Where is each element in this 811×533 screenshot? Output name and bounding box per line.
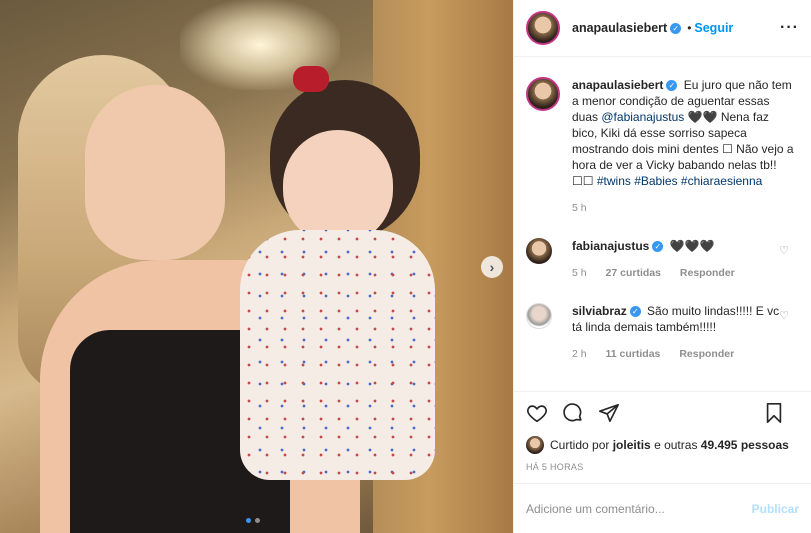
verified-icon: ✓ (670, 22, 682, 34)
action-icons (526, 402, 799, 426)
like-heart-icon[interactable] (526, 402, 548, 427)
reply-button[interactable]: Responder (679, 348, 734, 360)
comment-text: 🖤🖤🖤 (669, 239, 715, 253)
carousel-dot-active (246, 518, 251, 523)
comment-bubble-icon[interactable] (562, 402, 584, 427)
reply-button[interactable]: Responder (680, 267, 735, 279)
liked-by: Curtido por joleitis e outras 49.495 pes… (526, 436, 799, 454)
red-bow (293, 66, 329, 92)
woman-face (85, 85, 225, 260)
caption-username[interactable]: anapaulasiebert (572, 78, 663, 92)
caption-hashtags[interactable]: #twins #Babies #chiaraesienna (597, 174, 762, 188)
add-comment-bar: Publicar (514, 483, 811, 533)
instagram-post: › anapaulasiebert ✓ • Seguir ··· anapaul… (0, 0, 811, 533)
verified-icon: ✓ (629, 306, 641, 318)
comment-input[interactable] (526, 501, 752, 516)
commenter-avatar[interactable] (526, 238, 552, 264)
comment-username[interactable]: silviabraz (572, 304, 627, 318)
comment-meta: 5 h 27 curtidas Responder (572, 265, 782, 281)
post-panel: anapaulasiebert ✓ • Seguir ··· anapaulas… (513, 0, 811, 533)
comment-meta: 2 h 11 curtidas Responder (572, 346, 782, 362)
baby-face (283, 130, 393, 245)
caption-avatar[interactable] (526, 77, 560, 111)
comment-likes[interactable]: 11 curtidas (606, 348, 661, 360)
next-photo-button[interactable]: › (481, 256, 503, 278)
comments-list: anapaulasiebert ✓ Eu juro que não tem a m… (514, 57, 811, 391)
verified-icon: ✓ (652, 241, 664, 253)
header-separator: • (687, 21, 692, 35)
caption-age[interactable]: 5 h (572, 202, 587, 214)
carousel-dots (246, 518, 260, 523)
action-bar: Curtido por joleitis e outras 49.495 pes… (514, 391, 811, 483)
post-caption: anapaulasiebert ✓ Eu juro que não tem a m… (526, 77, 799, 216)
liked-by-text: Curtido por joleitis e outras 49.495 pes… (550, 438, 789, 452)
publish-button[interactable]: Publicar (752, 502, 799, 516)
comment-body: silviabraz ✓ São muito lindas!!!!! E vc t… (572, 303, 782, 362)
liker-avatar[interactable] (526, 436, 544, 454)
bookmark-icon[interactable] (763, 402, 785, 427)
comment-age[interactable]: 5 h (572, 267, 587, 279)
caption-mention[interactable]: @fabianajustus (601, 110, 684, 124)
more-options-icon[interactable]: ··· (780, 19, 799, 37)
liked-by-prefix: Curtido por (550, 438, 610, 452)
author-avatar[interactable] (526, 11, 560, 45)
liked-by-count[interactable]: 49.495 pessoas (701, 438, 789, 452)
comment-item: silviabraz ✓ São muito lindas!!!!! E vc t… (526, 303, 799, 362)
comment-heart-icon[interactable]: ♡ (779, 309, 789, 322)
liked-by-user[interactable]: joleitis (613, 438, 651, 452)
post-header: anapaulasiebert ✓ • Seguir ··· (514, 0, 811, 57)
commenter-avatar[interactable] (526, 303, 552, 329)
share-plane-icon[interactable] (598, 402, 620, 427)
follow-button[interactable]: Seguir (694, 21, 733, 35)
comment-username[interactable]: fabianajustus (572, 239, 649, 253)
comment-age[interactable]: 2 h (572, 348, 587, 360)
author-username[interactable]: anapaulasiebert (572, 21, 667, 35)
verified-icon: ✓ (666, 80, 678, 92)
comment-likes[interactable]: 27 curtidas (606, 267, 661, 279)
comment-heart-icon[interactable]: ♡ (779, 244, 789, 257)
comment-item: fabianajustus ✓ 🖤🖤🖤 5 h 27 curtidas Respo… (526, 238, 799, 281)
post-timestamp[interactable]: HÁ 5 HORAS (526, 462, 799, 472)
liked-by-middle: e outras (654, 438, 698, 452)
post-photo[interactable]: › (0, 0, 513, 533)
caption-meta: 5 h (572, 200, 797, 216)
caption-body: anapaulasiebert ✓ Eu juro que não tem a m… (572, 77, 797, 216)
baby-shirt (240, 230, 435, 480)
carousel-dot (255, 518, 260, 523)
comment-body: fabianajustus ✓ 🖤🖤🖤 5 h 27 curtidas Respo… (572, 238, 782, 281)
